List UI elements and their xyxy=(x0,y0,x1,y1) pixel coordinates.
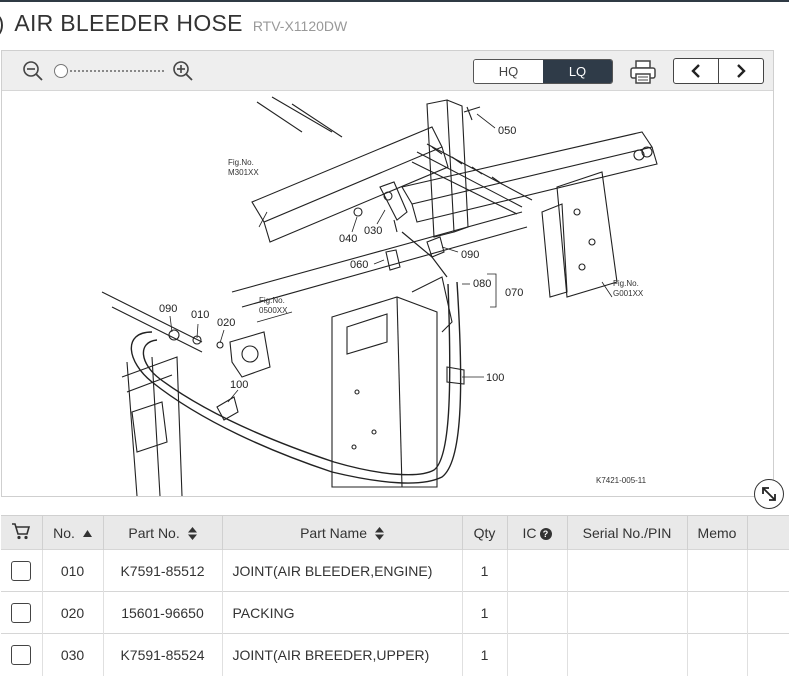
row-memo xyxy=(687,633,748,676)
help-icon[interactable]: ? xyxy=(539,527,552,540)
row-no: 010 xyxy=(42,549,104,592)
page-header: ) AIR BLEEDER HOSE RTV-X1120DW xyxy=(0,10,789,46)
diagram-viewer: HQ LQ 050 030 040 060 090 080 070 090 01… xyxy=(1,50,774,497)
ref-g001-b[interactable]: G001XX xyxy=(613,289,644,298)
table-row[interactable]: 010 K7591-85512 JOINT(AIR BLEEDER,ENGINE… xyxy=(1,549,789,592)
ic-column-header: IC? xyxy=(507,515,568,550)
row-ic xyxy=(507,549,568,592)
row-extra xyxy=(747,549,789,592)
zoom-slider-handle[interactable] xyxy=(54,64,68,78)
row-no: 030 xyxy=(42,633,104,676)
chevron-left-icon xyxy=(691,64,700,78)
label-100-right[interactable]: 100 xyxy=(486,372,504,384)
zoom-slider-track xyxy=(58,70,164,72)
expand-button[interactable] xyxy=(754,479,784,509)
cart-icon xyxy=(12,523,31,540)
label-090-lower[interactable]: 090 xyxy=(159,303,177,315)
no-column-header[interactable]: No. xyxy=(42,515,104,550)
row-qty: 1 xyxy=(462,633,508,676)
extra-column-header xyxy=(747,515,789,550)
table-row[interactable]: 020 15601-96650 PACKING 1 xyxy=(1,591,789,634)
row-memo xyxy=(687,591,748,634)
page-title: AIR BLEEDER HOSE xyxy=(14,10,243,36)
page-nav xyxy=(673,58,764,84)
part-name-column-header[interactable]: Part Name xyxy=(222,515,463,550)
viewer-toolbar: HQ LQ xyxy=(2,51,773,91)
label-030[interactable]: 030 xyxy=(364,225,382,237)
ref-m301-a[interactable]: Fig.No. xyxy=(228,158,254,167)
prev-button[interactable] xyxy=(674,59,719,83)
ref-g001-a[interactable]: Fig.No. xyxy=(613,279,639,288)
quality-toggle: HQ LQ xyxy=(473,59,613,84)
quality-hq-button[interactable]: HQ xyxy=(474,60,543,83)
serial-column-header: Serial No./PIN xyxy=(567,515,688,550)
row-extra xyxy=(747,591,789,634)
row-checkbox[interactable] xyxy=(11,644,32,665)
row-part-no: K7591-85512 xyxy=(103,549,223,592)
row-select-cell xyxy=(1,549,43,592)
label-050[interactable]: 050 xyxy=(498,125,516,137)
label-080[interactable]: 080 xyxy=(473,278,491,290)
part-name-header-label: Part Name xyxy=(300,524,368,541)
row-qty: 1 xyxy=(462,549,508,592)
memo-column-header: Memo xyxy=(687,515,748,550)
qty-column-header: Qty xyxy=(462,515,508,550)
top-border xyxy=(0,0,789,2)
label-090-upper[interactable]: 090 xyxy=(461,249,479,261)
zoom-in-icon[interactable] xyxy=(172,60,194,82)
row-part-name: PACKING xyxy=(222,591,463,634)
no-header-label: No. xyxy=(53,524,75,541)
cart-column-header xyxy=(1,515,43,550)
row-qty: 1 xyxy=(462,591,508,634)
row-memo xyxy=(687,549,748,592)
zoom-out-icon[interactable] xyxy=(22,60,44,82)
label-100-left[interactable]: 100 xyxy=(230,379,248,391)
row-ic xyxy=(507,591,568,634)
label-070[interactable]: 070 xyxy=(505,287,523,299)
quality-lq-button[interactable]: LQ xyxy=(543,60,612,83)
row-no: 020 xyxy=(42,591,104,634)
zoom-slider[interactable] xyxy=(54,63,164,79)
row-serial xyxy=(567,633,688,676)
row-part-name: JOINT(AIR BREEDER,UPPER) xyxy=(222,633,463,676)
label-020[interactable]: 020 xyxy=(217,317,235,329)
part-no-header-label: Part No. xyxy=(128,524,180,541)
ref-0500-b[interactable]: 0500XX xyxy=(259,306,288,315)
row-serial xyxy=(567,549,688,592)
title-paren: ) xyxy=(0,11,4,37)
row-part-no: K7591-85524 xyxy=(103,633,223,676)
parts-diagram[interactable]: 050 030 040 060 090 080 070 090 010 020 … xyxy=(2,92,773,496)
exploded-view-drawing: 050 030 040 060 090 080 070 090 010 020 … xyxy=(101,96,658,496)
ref-0500-a[interactable]: Fig.No. xyxy=(259,296,285,305)
model-name: RTV-X1120DW xyxy=(252,18,348,34)
row-checkbox[interactable] xyxy=(11,560,32,581)
row-serial xyxy=(567,591,688,634)
expand-icon xyxy=(762,487,776,501)
row-select-cell xyxy=(1,591,43,634)
row-checkbox[interactable] xyxy=(11,602,32,623)
row-ic xyxy=(507,633,568,676)
row-extra xyxy=(747,633,789,676)
next-button[interactable] xyxy=(719,59,764,83)
label-060[interactable]: 060 xyxy=(350,259,368,271)
row-select-cell xyxy=(1,633,43,676)
row-part-name: JOINT(AIR BLEEDER,ENGINE) xyxy=(222,549,463,592)
ic-header-label: IC xyxy=(522,524,537,541)
sort-ascending-icon xyxy=(82,530,92,538)
row-part-no: 15601-96650 xyxy=(103,591,223,634)
printer-icon[interactable] xyxy=(629,59,657,85)
table-row[interactable]: 030 K7591-85524 JOINT(AIR BREEDER,UPPER)… xyxy=(1,633,789,676)
parts-table: No. Part No. Part Name Qty IC? Serial No… xyxy=(1,515,789,676)
label-010[interactable]: 010 xyxy=(191,309,209,321)
part-no-column-header[interactable]: Part No. xyxy=(103,515,223,550)
table-header-row: No. Part No. Part Name Qty IC? Serial No… xyxy=(1,515,789,550)
sort-icon xyxy=(374,527,384,541)
diagram-code: K7421-005-11 xyxy=(596,476,647,485)
label-040[interactable]: 040 xyxy=(339,233,357,245)
sort-icon xyxy=(187,527,197,541)
ref-m301-b[interactable]: M301XX xyxy=(228,168,259,177)
chevron-right-icon xyxy=(736,64,746,78)
